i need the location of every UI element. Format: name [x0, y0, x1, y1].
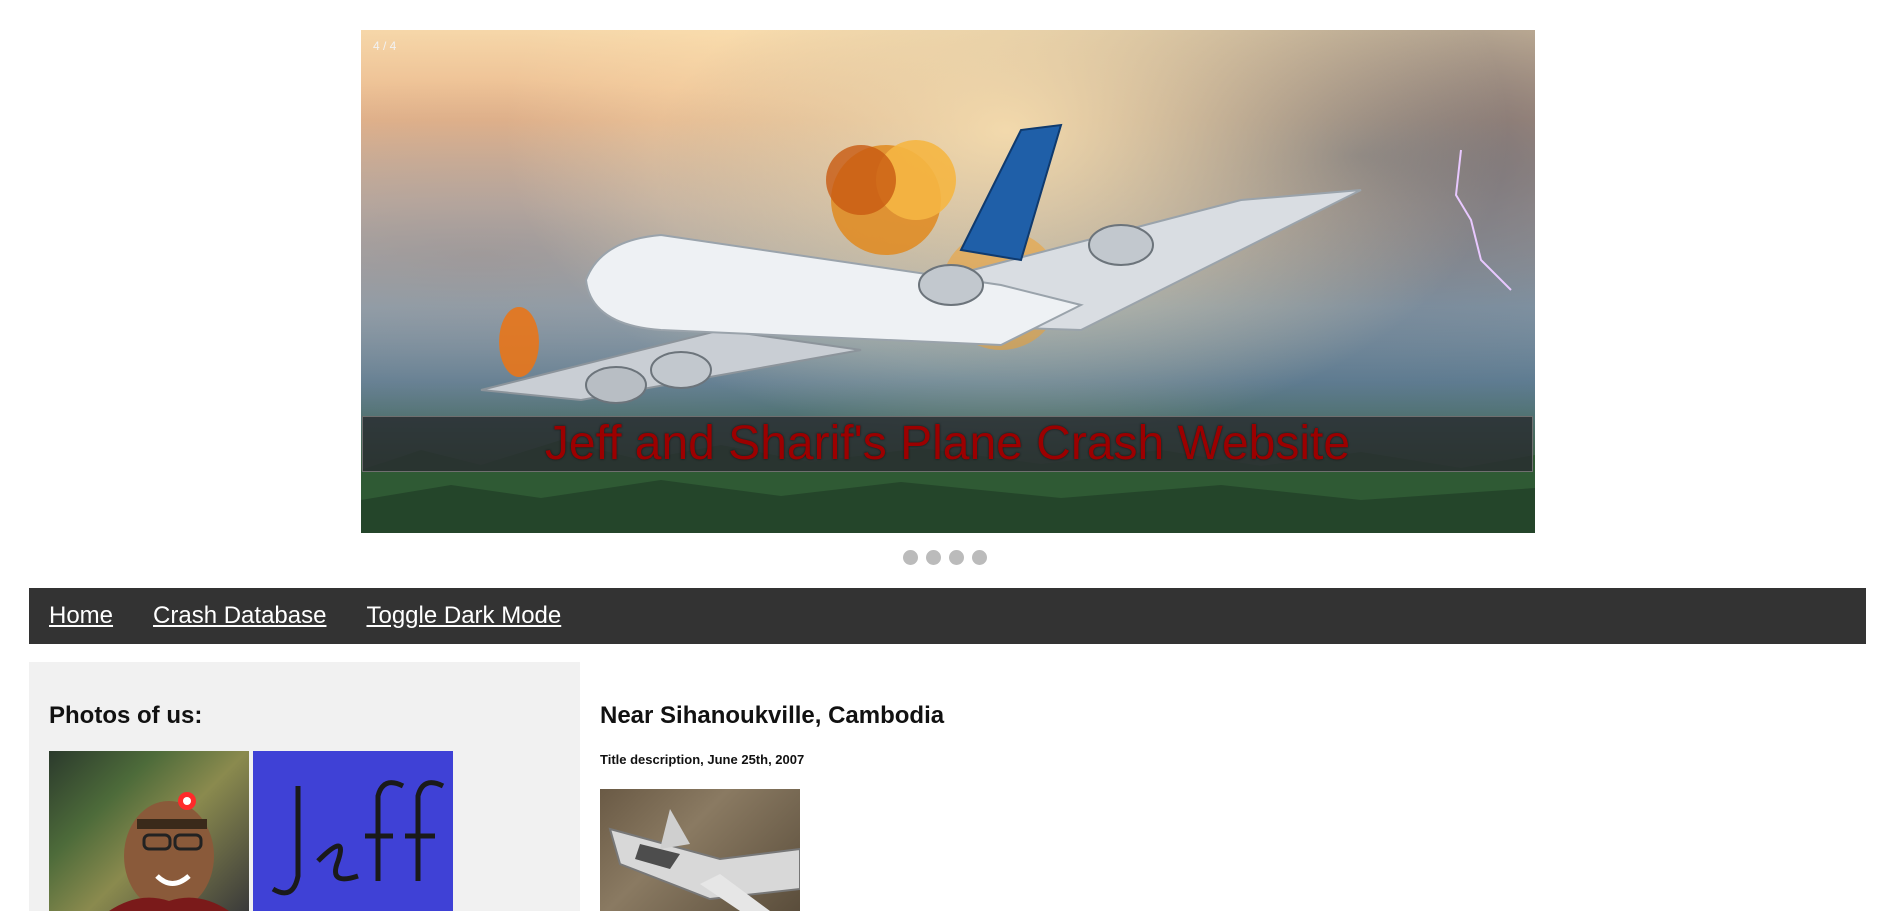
slide-dot-4[interactable]	[972, 550, 987, 565]
slide-dot-2[interactable]	[926, 550, 941, 565]
slide-dots	[903, 550, 987, 565]
slide-counter: 4 / 4	[373, 39, 397, 53]
main-content: Near Sihanoukville, Cambodia Title descr…	[600, 662, 1866, 911]
site-title-banner: Jeff and Sharif's Plane Crash Website	[362, 416, 1533, 472]
sidebar: Photos of us:	[29, 662, 580, 911]
slide-dot-3[interactable]	[949, 550, 964, 565]
nav-home-link[interactable]: Home	[49, 602, 113, 630]
header-slideshow: 4 / 4 Jeff and Sharif's Plane Crash Webs…	[361, 30, 1535, 533]
sidebar-title: Photos of us:	[49, 702, 203, 729]
crash-site-photo	[600, 789, 800, 911]
photo-jeff	[253, 751, 453, 911]
article-description: Title description, June 25th, 2007	[600, 752, 805, 767]
photo-sharif	[49, 751, 249, 911]
slide-dot-1[interactable]	[903, 550, 918, 565]
article-title: Near Sihanoukville, Cambodia	[600, 702, 945, 729]
nav-crash-database-link[interactable]: Crash Database	[153, 602, 326, 630]
nav-toggle-dark-mode-link[interactable]: Toggle Dark Mode	[366, 602, 561, 630]
site-title: Jeff and Sharif's Plane Crash Website	[544, 417, 1351, 470]
top-navbar: Home Crash Database Toggle Dark Mode	[29, 588, 1866, 644]
